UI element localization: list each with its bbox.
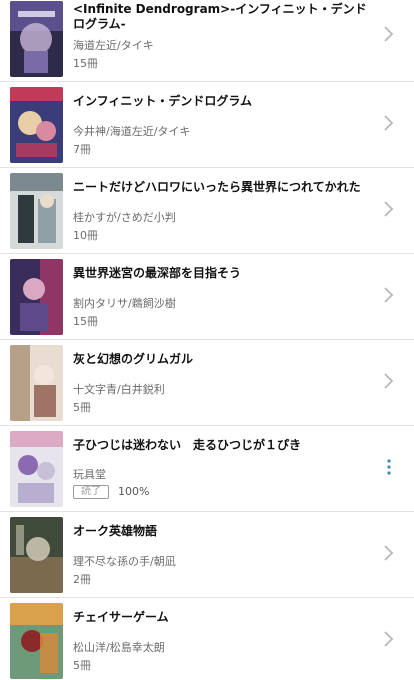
book-cover bbox=[10, 173, 63, 249]
read-status-badge: 読了 bbox=[73, 485, 109, 499]
book-row[interactable]: インフィニット・デンドログラム 今井神/海道左近/タイキ 7冊 bbox=[0, 82, 414, 168]
book-cover bbox=[10, 517, 63, 593]
more-options-icon[interactable] bbox=[386, 458, 392, 476]
volume-count: 5冊 bbox=[73, 659, 91, 672]
book-cover bbox=[10, 603, 63, 679]
book-author: 松山洋/松島幸太朗 bbox=[73, 641, 165, 654]
book-cover bbox=[10, 431, 63, 507]
book-author: 理不尽な孫の手/朝凪 bbox=[73, 555, 176, 568]
book-cover-art bbox=[10, 603, 63, 679]
chevron-right-icon[interactable] bbox=[382, 200, 394, 218]
book-row[interactable]: ニートだけどハロワにいったら異世界につれてかれた 桂かすが/さめだ小判 10冊 bbox=[0, 168, 414, 254]
book-author: 今井神/海道左近/タイキ bbox=[73, 125, 191, 138]
volume-count: 5冊 bbox=[73, 401, 91, 414]
book-row[interactable]: 子ひつじは迷わない 走るひつじが１ぴき 玩具堂 読了 100% bbox=[0, 426, 414, 512]
book-title: オーク英雄物語 bbox=[73, 524, 158, 538]
book-list: <Infinite Dendrogram>-インフィニット・デンドログラム- 海… bbox=[0, 0, 414, 680]
book-cover-art bbox=[10, 259, 63, 335]
book-cover bbox=[10, 1, 63, 77]
book-title: 灰と幻想のグリムガル bbox=[73, 352, 194, 366]
volume-count: 15冊 bbox=[73, 315, 98, 328]
book-author: 桂かすが/さめだ小判 bbox=[73, 211, 176, 224]
book-title: チェイサーゲーム bbox=[73, 610, 169, 624]
book-title: 異世界迷宮の最深部を目指そう bbox=[73, 266, 242, 280]
book-cover-art bbox=[10, 87, 63, 163]
book-row[interactable]: 灰と幻想のグリムガル 十文字青/白井鋭利 5冊 bbox=[0, 340, 414, 426]
book-cover bbox=[10, 345, 63, 421]
book-author: 割内タリサ/鵜飼沙樹 bbox=[73, 297, 176, 310]
book-title: <Infinite Dendrogram>-インフィニット・デンドログラム- bbox=[73, 2, 367, 31]
chevron-right-icon[interactable] bbox=[382, 372, 394, 390]
book-row[interactable]: 異世界迷宮の最深部を目指そう 割内タリサ/鵜飼沙樹 15冊 bbox=[0, 254, 414, 340]
book-cover-art bbox=[10, 431, 63, 507]
book-row[interactable]: オーク英雄物語 理不尽な孫の手/朝凪 2冊 bbox=[0, 512, 414, 598]
volume-count: 10冊 bbox=[73, 229, 98, 242]
book-cover-art bbox=[10, 345, 63, 421]
book-cover-art bbox=[10, 1, 63, 77]
book-cover-art bbox=[10, 173, 63, 249]
book-author: 海道左近/タイキ bbox=[73, 39, 154, 52]
book-title: ニートだけどハロワにいったら異世界につれてかれた bbox=[73, 180, 361, 194]
volume-count: 7冊 bbox=[73, 143, 91, 156]
book-cover-art bbox=[10, 517, 63, 593]
read-progress: 100% bbox=[118, 485, 150, 498]
volume-count: 2冊 bbox=[73, 573, 91, 586]
chevron-right-icon[interactable] bbox=[382, 544, 394, 562]
chevron-right-icon[interactable] bbox=[382, 286, 394, 304]
book-author: 十文字青/白井鋭利 bbox=[73, 383, 165, 396]
volume-count: 15冊 bbox=[73, 57, 98, 70]
chevron-right-icon[interactable] bbox=[382, 630, 394, 648]
chevron-right-icon[interactable] bbox=[382, 114, 394, 132]
book-row[interactable]: <Infinite Dendrogram>-インフィニット・デンドログラム- 海… bbox=[0, 0, 414, 82]
book-cover bbox=[10, 259, 63, 335]
book-title: 子ひつじは迷わない 走るひつじが１ぴき bbox=[73, 438, 302, 452]
book-row[interactable]: チェイサーゲーム 松山洋/松島幸太朗 5冊 bbox=[0, 598, 414, 680]
book-title: インフィニット・デンドログラム bbox=[73, 94, 253, 108]
book-author: 玩具堂 bbox=[73, 468, 106, 481]
chevron-right-icon[interactable] bbox=[382, 25, 394, 43]
book-cover bbox=[10, 87, 63, 163]
